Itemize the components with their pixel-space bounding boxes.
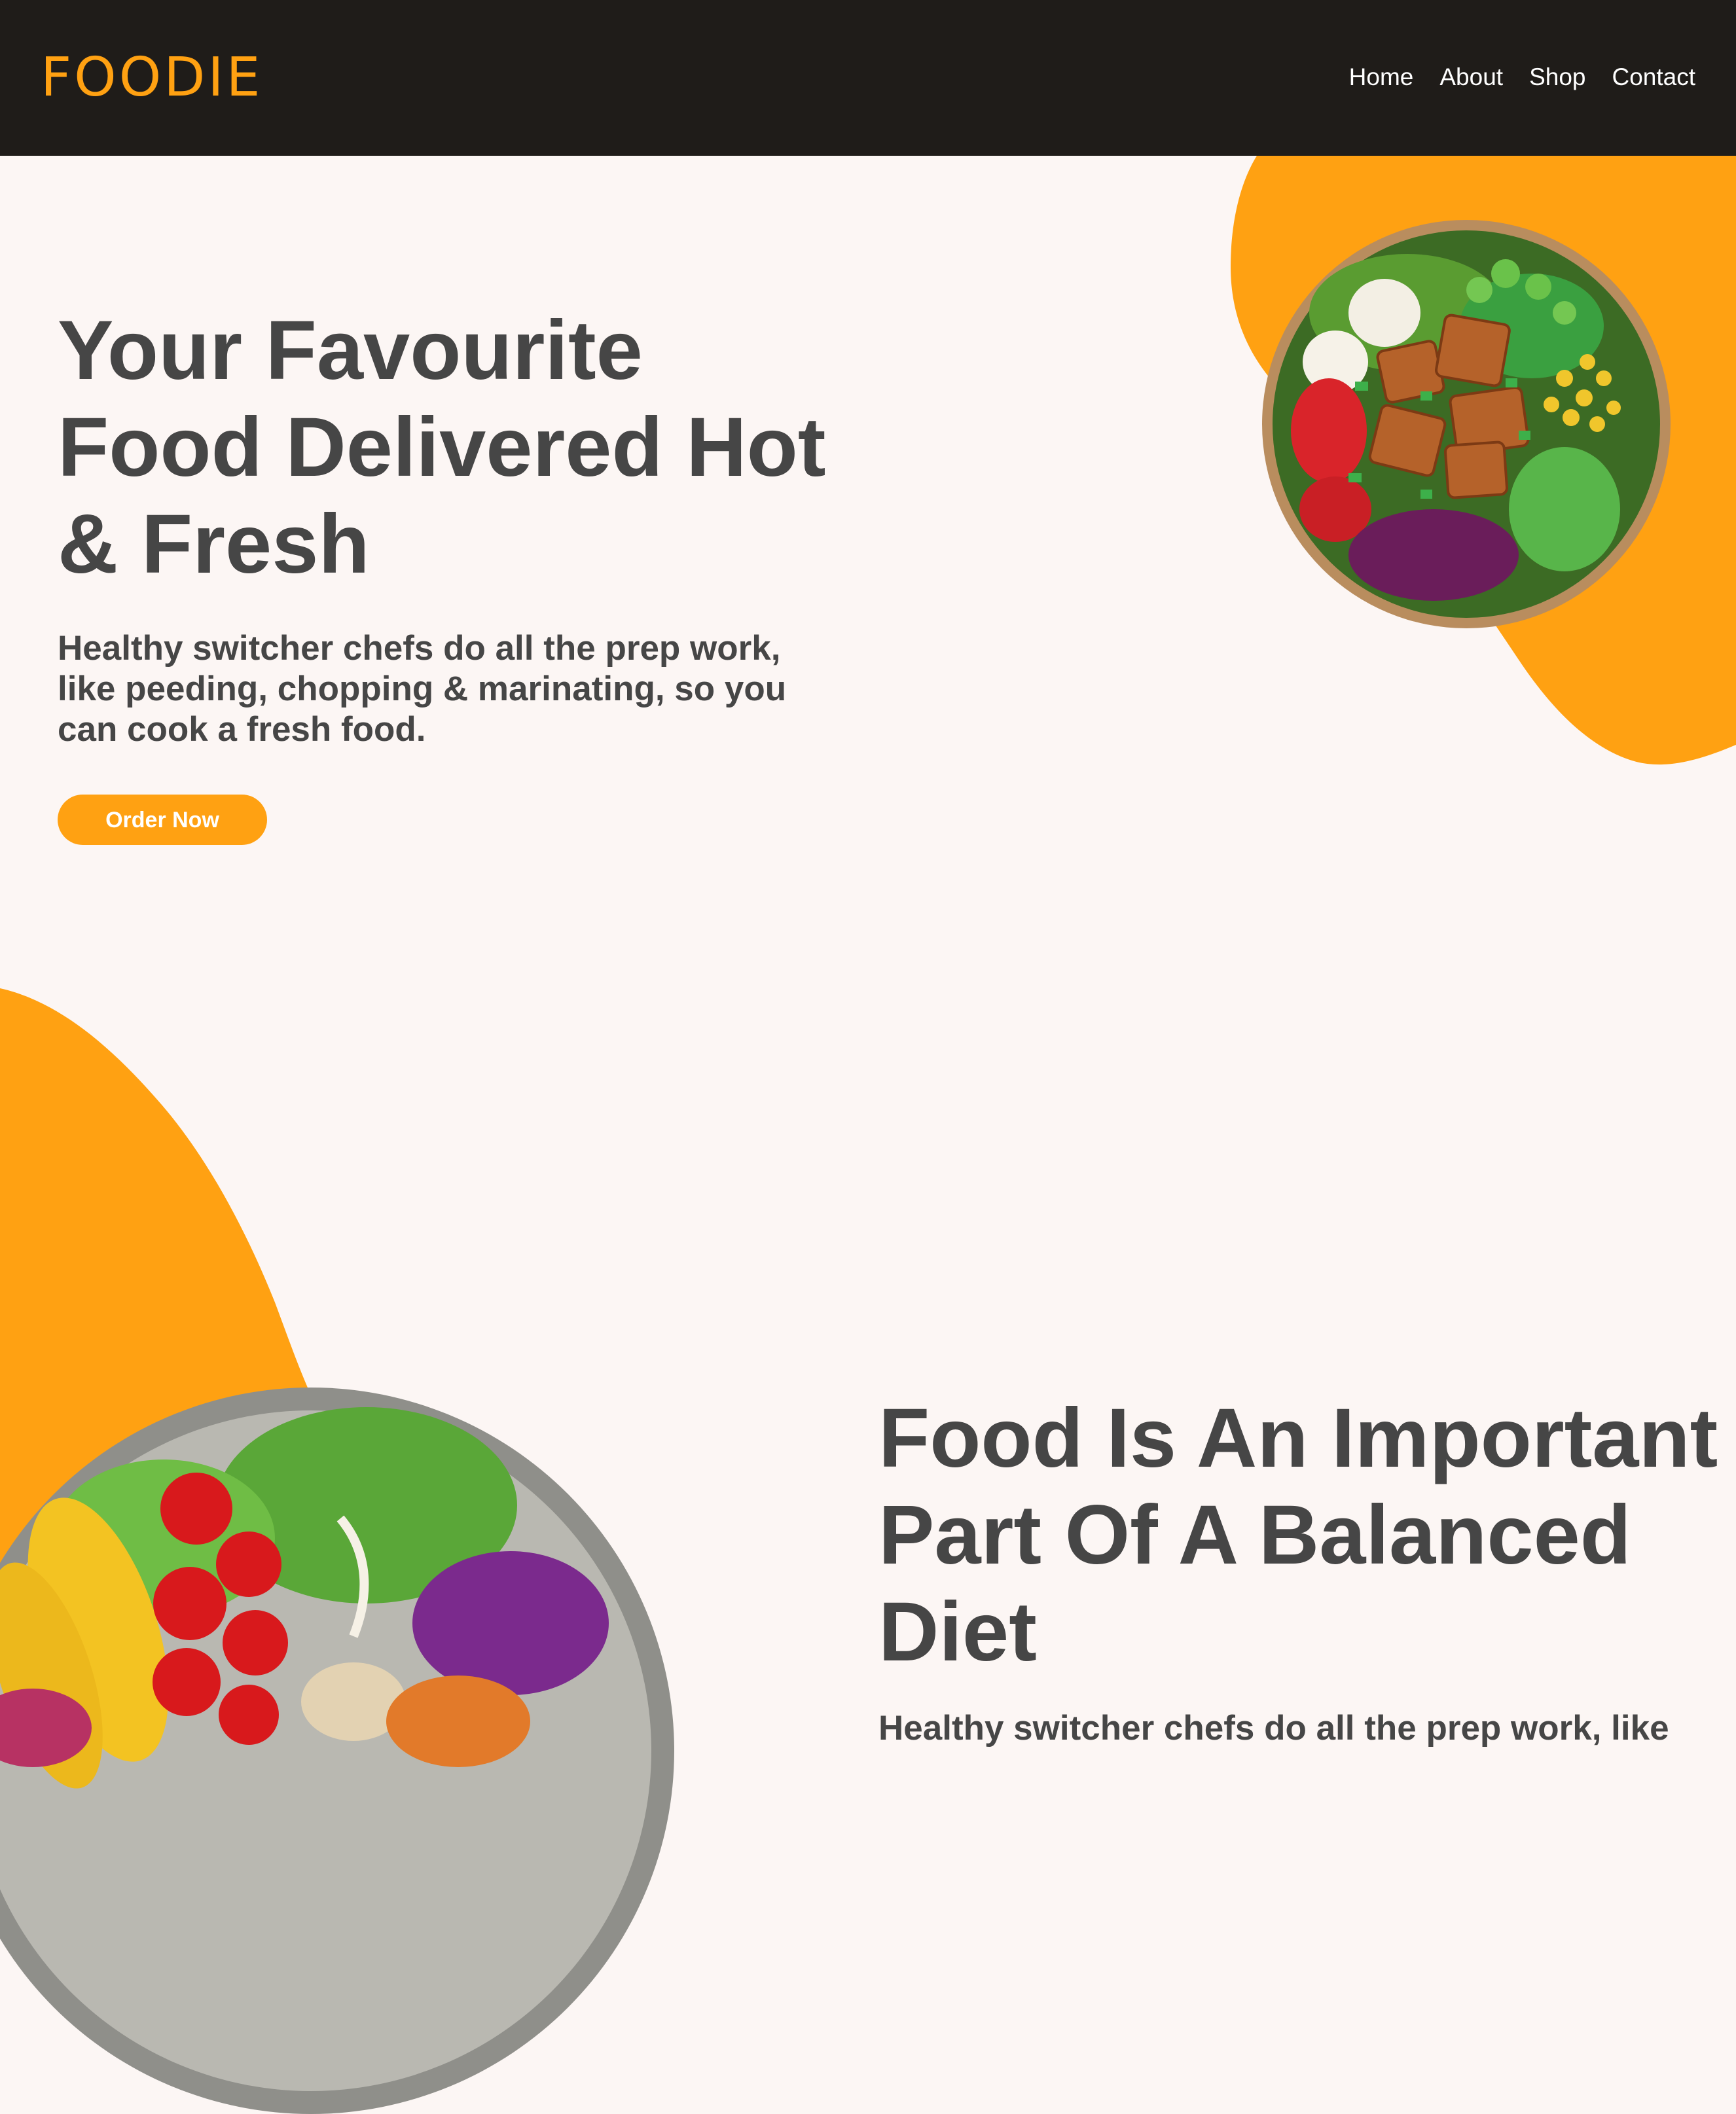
salad-bowl-image bbox=[1262, 220, 1671, 628]
nav-shop[interactable]: Shop bbox=[1529, 59, 1585, 96]
section-title-line: Part Of A Balanced bbox=[878, 1488, 1631, 1582]
vegetable-bowl-image bbox=[0, 1388, 674, 2114]
logo[interactable]: FOODIE bbox=[41, 47, 262, 109]
main-nav: Home About Shop Contact bbox=[1349, 59, 1695, 96]
hero-description-line: can cook a fresh food. bbox=[58, 710, 426, 749]
order-now-button[interactable]: Order Now bbox=[58, 795, 267, 845]
section-title-line: Diet bbox=[878, 1585, 1037, 1679]
hero-title: Your Favourite Food Delivered Hot & Fres… bbox=[58, 302, 909, 593]
nav-home[interactable]: Home bbox=[1349, 59, 1414, 96]
section-title: Food Is An Important Part Of A Balanced … bbox=[878, 1390, 1736, 1681]
hero-title-line: Food Delivered Hot bbox=[58, 401, 826, 494]
hero-description-line: Healthy switcher chefs do all the prep w… bbox=[58, 629, 781, 668]
hero-description: Healthy switcher chefs do all the prep w… bbox=[58, 628, 843, 750]
nav-contact[interactable]: Contact bbox=[1612, 59, 1695, 96]
section-title-line: Food Is An Important bbox=[878, 1391, 1718, 1485]
hero-title-line: & Fresh bbox=[58, 497, 370, 591]
hero-title-line: Your Favourite bbox=[58, 304, 643, 397]
site-header: FOODIE Home About Shop Contact bbox=[0, 0, 1736, 156]
hero-description-line: like peeding, chopping & marinating, so … bbox=[58, 670, 787, 708]
nav-about[interactable]: About bbox=[1439, 59, 1503, 96]
